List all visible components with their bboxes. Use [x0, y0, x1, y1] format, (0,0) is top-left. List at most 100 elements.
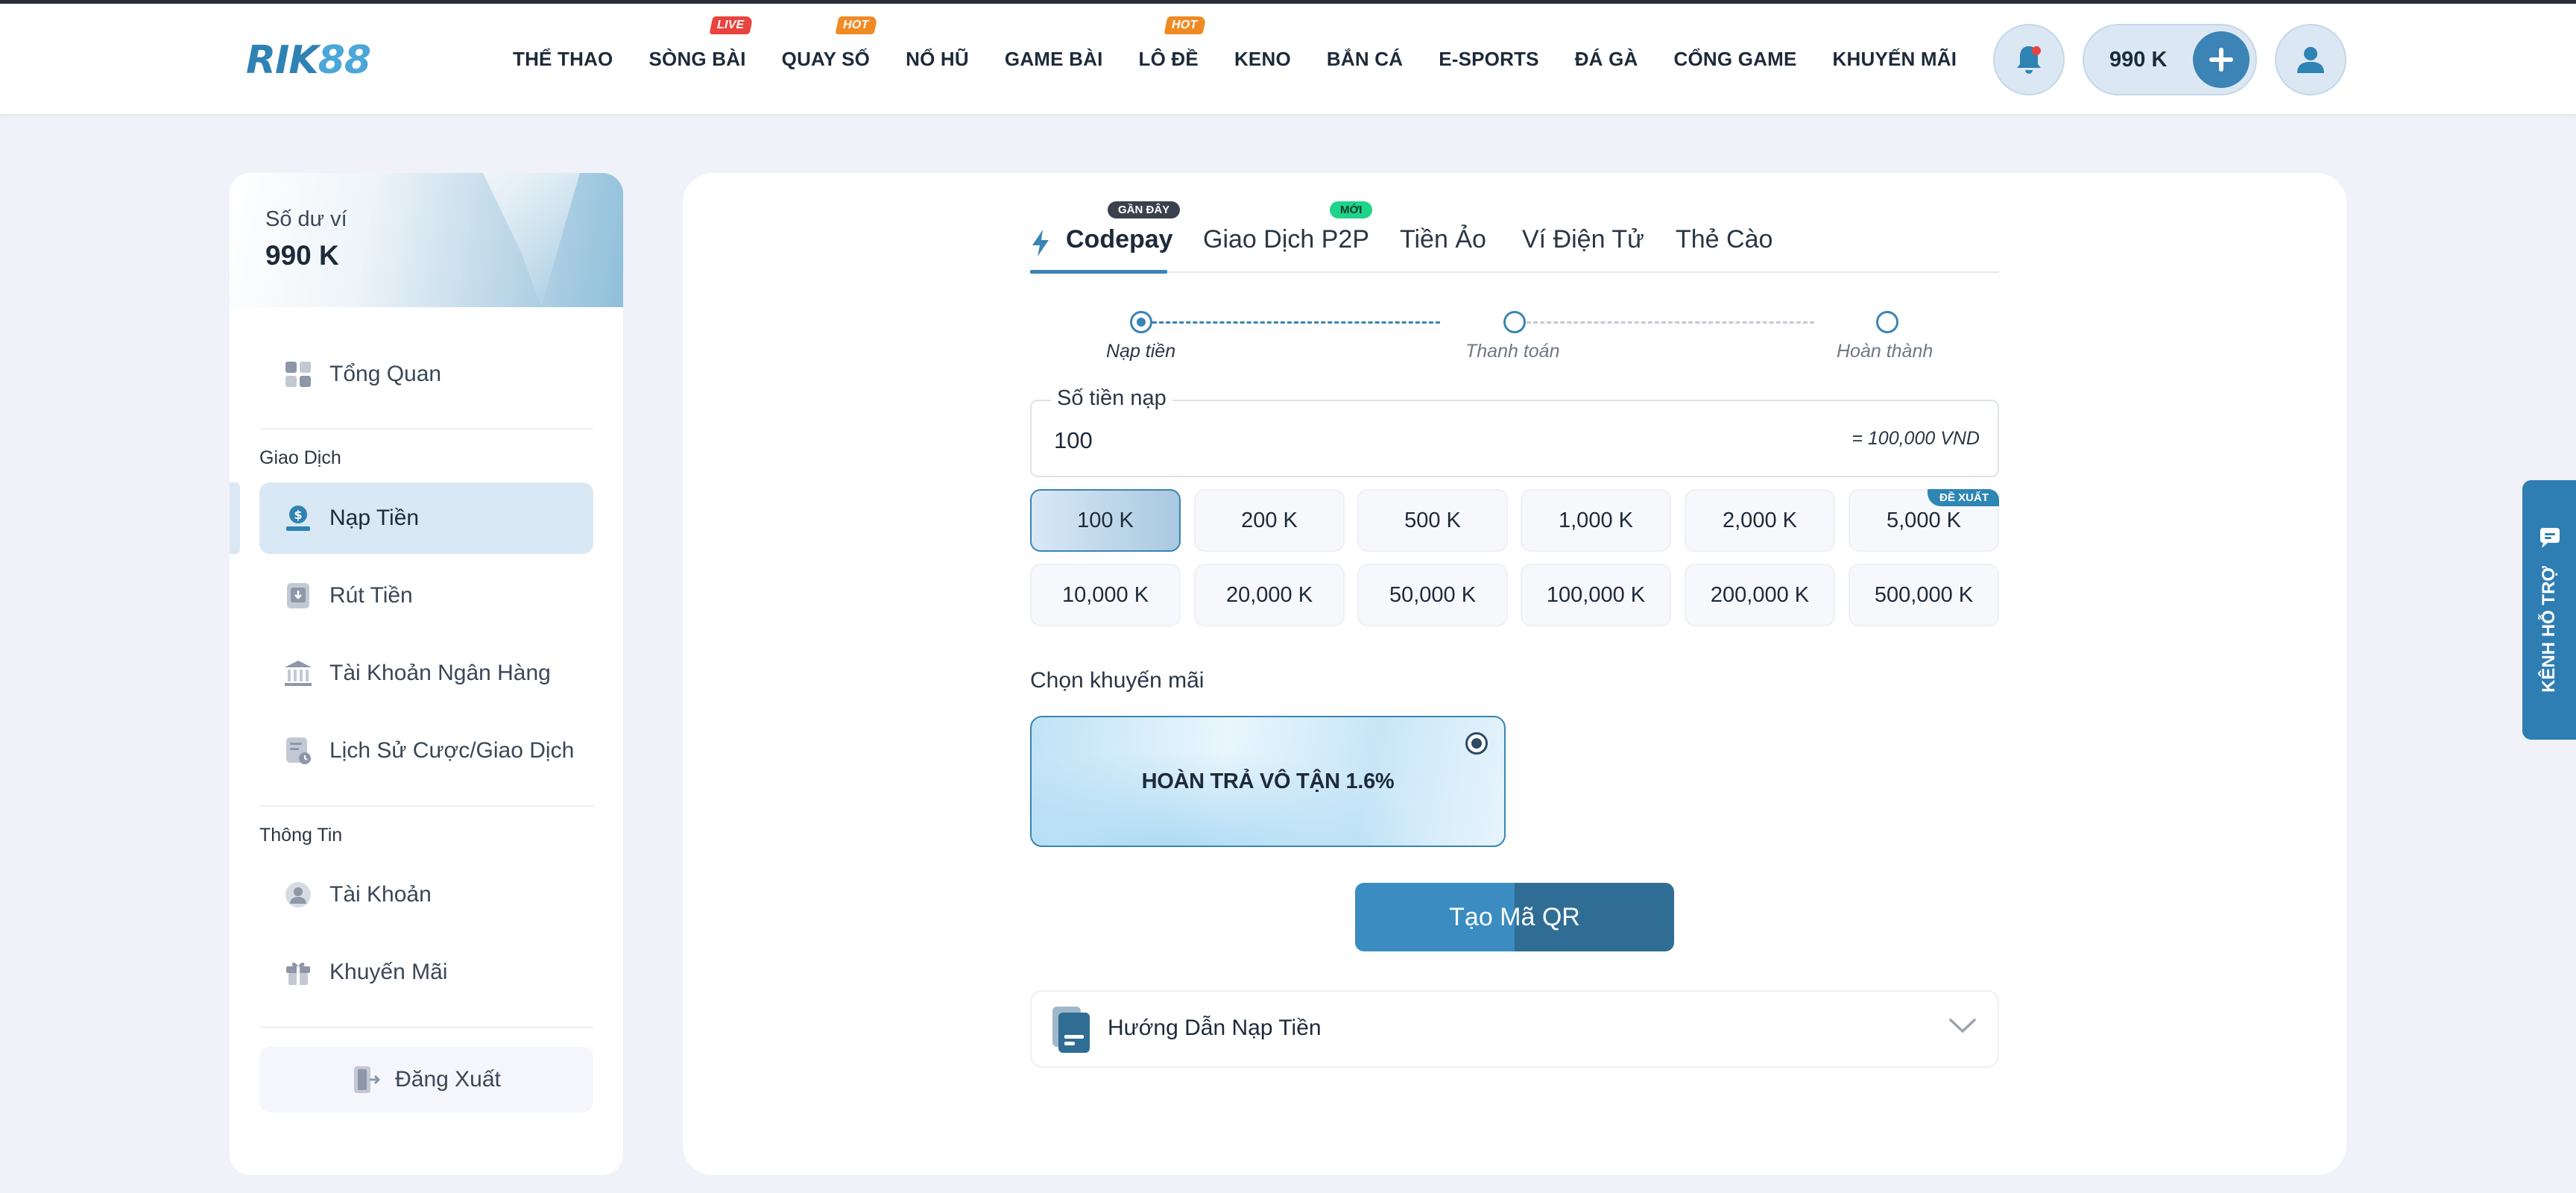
- amount-label: Số tiền nạp: [1051, 386, 1172, 411]
- logout-button[interactable]: Đăng Xuất: [259, 1047, 593, 1112]
- sidebar-item-promotions[interactable]: Khuyến Mãi: [259, 937, 593, 1008]
- sidebar-item-label: Lịch Sử Cược/Giao Dịch: [329, 738, 575, 763]
- nav-item-promotions[interactable]: KHUYẾN MÃI: [1833, 48, 1957, 71]
- tabs-divider: [1030, 271, 1999, 273]
- nav-label: QUAY SỐ: [781, 47, 871, 70]
- tab-ewallet[interactable]: Ví Điện Tử: [1522, 225, 1644, 254]
- nav-item-casino[interactable]: SÒNG BÀI LIVE: [648, 16, 754, 71]
- promo-option-cashback[interactable]: HOÀN TRẢ VÔ TẬN 1.6%: [1030, 716, 1506, 847]
- wallet-label: Số dư ví: [265, 207, 347, 231]
- recommended-badge: ĐỀ XUẤT: [1928, 489, 1999, 506]
- nav-label: E-SPORTS: [1439, 47, 1539, 70]
- amount-option-label: 5,000 K: [1887, 508, 1961, 532]
- user-menu-button[interactable]: [2275, 24, 2346, 95]
- logout-icon: [354, 1066, 381, 1093]
- chat-icon: [2540, 528, 2560, 548]
- nav-item-lode[interactable]: LÔ ĐỀ HOT: [1139, 16, 1207, 71]
- amount-option-20000k[interactable]: 20,000 K: [1194, 564, 1345, 626]
- hot-badge: HOT: [835, 16, 878, 34]
- create-qr-button[interactable]: Tạo Mã QR: [1355, 883, 1674, 951]
- nav-item-cockfight[interactable]: ĐÁ GÀ: [1575, 48, 1638, 71]
- step-3-dot: [1876, 311, 1898, 333]
- nav-item-lottery[interactable]: QUAY SỐ HOT: [781, 16, 878, 71]
- amount-option-100000k[interactable]: 100,000 K: [1521, 564, 1671, 626]
- amount-option-5000k[interactable]: 5,000 K ĐỀ XUẤT: [1849, 489, 1999, 552]
- amount-option-100k[interactable]: 100 K: [1030, 489, 1181, 552]
- sidebar-item-history[interactable]: Lịch Sử Cược/Giao Dịch: [259, 715, 593, 787]
- nav-label: ĐÁ GÀ: [1574, 47, 1638, 70]
- support-channel-tab[interactable]: KÊNH HỖ TRỢ: [2522, 480, 2576, 740]
- sidebar-item-overview[interactable]: Tổng Quan: [259, 339, 593, 410]
- deposit-panel: Codepay GẦN ĐÂY Giao Dịch P2P MỚI Tiền Ả…: [683, 173, 2346, 1175]
- nav-label: CỔNG GAME: [1673, 47, 1797, 70]
- lightning-icon: [1032, 230, 1049, 256]
- nav-item-esports[interactable]: E-SPORTS: [1439, 48, 1539, 71]
- withdraw-icon: [283, 581, 313, 611]
- amount-field: Số tiền nạp = 100,000 VND: [1030, 386, 1999, 477]
- header: RIK88 THỂ THAO SÒNG BÀI LIVE QUAY SỐ HOT N…: [0, 4, 2576, 114]
- tab-codepay[interactable]: Codepay: [1066, 225, 1173, 254]
- nav-item-card-games[interactable]: GAME BÀI: [1005, 48, 1103, 71]
- plus-icon: [2209, 48, 2233, 72]
- notification-button[interactable]: [1993, 24, 2065, 95]
- tab-label: Giao Dịch P2P: [1203, 225, 1369, 254]
- promo-radio[interactable]: [1465, 732, 1488, 755]
- nav-item-slots[interactable]: NỔ HŨ: [906, 48, 969, 71]
- tab-crypto[interactable]: Tiền Ảo: [1400, 225, 1486, 254]
- active-indicator: [230, 482, 240, 554]
- nav-label: GAME BÀI: [1004, 47, 1103, 70]
- tab-p2p[interactable]: Giao Dịch P2P: [1203, 225, 1369, 254]
- amount-converted: = 100,000 VND: [1852, 428, 1980, 449]
- nav-item-keno[interactable]: KENO: [1234, 48, 1291, 71]
- step-3-label: Hoàn thành: [1837, 341, 1933, 362]
- amount-option-label: 2,000 K: [1723, 508, 1797, 532]
- amount-option-label: 1,000 K: [1559, 508, 1633, 532]
- history-icon: [283, 736, 313, 766]
- support-label: KÊNH HỖ TRỢ: [2539, 566, 2559, 693]
- amount-option-1000k[interactable]: 1,000 K: [1521, 489, 1671, 552]
- deposit-guide-accordion[interactable]: Hướng Dẫn Nạp Tiền: [1030, 990, 1999, 1068]
- sidebar-item-bank-account[interactable]: Tài Khoản Ngân Hàng: [259, 638, 593, 709]
- sidebar-item-withdraw[interactable]: Rút Tiền: [259, 560, 593, 632]
- nav-label: KHUYẾN MÃI: [1832, 47, 1957, 70]
- amount-option-label: 100 K: [1077, 508, 1134, 532]
- logo[interactable]: RIK88: [246, 38, 371, 83]
- wallet-card: Số dư ví 990 K: [230, 173, 623, 307]
- header-balance[interactable]: 990 K: [2083, 24, 2257, 95]
- divider: [259, 428, 593, 429]
- active-tab-indicator: [1030, 270, 1167, 274]
- divider: [259, 805, 593, 807]
- sidebar-item-label: Nạp Tiền: [329, 506, 420, 530]
- sidebar-item-account[interactable]: Tài Khoản: [259, 859, 593, 931]
- amount-option-label: 10,000 K: [1061, 582, 1149, 607]
- logout-label: Đăng Xuất: [395, 1067, 501, 1092]
- nav-item-fishing[interactable]: BẮN CÁ: [1327, 48, 1403, 71]
- step-1-label: Nạp tiền: [1106, 341, 1176, 362]
- wallet-card-decoration: [483, 173, 580, 307]
- profile-icon: [283, 880, 313, 910]
- amount-option-label: 500 K: [1404, 508, 1461, 532]
- tab-label: Thẻ Cào: [1676, 225, 1773, 254]
- sidebar-item-label: Khuyến Mãi: [329, 960, 448, 984]
- amount-input[interactable]: [1054, 422, 1725, 459]
- amount-option-200000k[interactable]: 200,000 K: [1685, 564, 1835, 626]
- promo-section-label: Chọn khuyến mãi: [1030, 668, 1205, 693]
- amount-option-label: 100,000 K: [1546, 582, 1646, 607]
- step-2-dot: [1503, 311, 1526, 333]
- amount-option-50000k[interactable]: 50,000 K: [1357, 564, 1508, 626]
- nav-item-sports[interactable]: THỂ THAO: [513, 48, 613, 71]
- nav-item-game-portal[interactable]: CỔNG GAME: [1673, 48, 1796, 71]
- amount-option-500000k[interactable]: 500,000 K: [1849, 564, 1999, 626]
- amount-option-10000k[interactable]: 10,000 K: [1030, 564, 1181, 626]
- amount-option-200k[interactable]: 200 K: [1194, 489, 1345, 552]
- recent-badge: GẦN ĐÂY: [1108, 201, 1181, 218]
- step-connector-done: [1152, 321, 1440, 324]
- nav-label: SÒNG BÀI: [648, 47, 746, 70]
- amount-option-500k[interactable]: 500 K: [1357, 489, 1508, 552]
- amount-option-2000k[interactable]: 2,000 K: [1685, 489, 1835, 552]
- section-title-transactions: Giao Dịch: [259, 447, 341, 468]
- add-funds-button[interactable]: [2193, 31, 2250, 88]
- tab-scratch-card[interactable]: Thẻ Cào: [1676, 225, 1772, 254]
- sidebar-item-deposit[interactable]: $ Nạp Tiền: [259, 482, 593, 554]
- dashboard-icon: [283, 359, 313, 389]
